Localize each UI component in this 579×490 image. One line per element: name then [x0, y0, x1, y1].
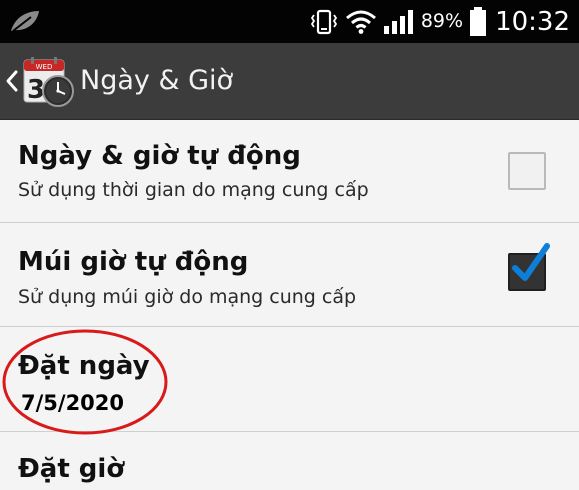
set-time-title: Đặt giờ: [18, 454, 125, 484]
calendar-clock-icon[interactable]: WED 3: [21, 56, 75, 108]
auto-timezone-summary: Sử dụng múi giờ do mạng cung cấp: [18, 286, 357, 308]
battery-icon: [470, 6, 487, 36]
status-bar: 89% 10:32: [0, 0, 579, 43]
calendar-weekday: WED: [36, 63, 53, 71]
set-date-value: 7/5/2020: [21, 391, 125, 415]
checkmark-icon: [512, 243, 550, 281]
wifi-icon: [345, 10, 376, 34]
auto-timezone-row[interactable]: Múi giờ tự động Sử dụng múi giờ do mạng …: [0, 223, 579, 327]
status-icons: 89% 10:32: [309, 0, 570, 43]
set-date-row[interactable]: Đặt ngày 7/5/2020: [0, 327, 579, 435]
set-date-title: Đặt ngày: [18, 351, 150, 381]
vibrate-icon: [310, 9, 337, 34]
battery-percent: 89%: [420, 10, 464, 32]
auto-datetime-summary: Sử dụng thời gian do mạng cung cấp: [18, 179, 369, 201]
signal-icon: [383, 9, 413, 34]
auto-datetime-checkbox[interactable]: [508, 152, 546, 190]
auto-datetime-row[interactable]: Ngày & giờ tự động Sử dụng thời gian do …: [0, 120, 579, 223]
auto-datetime-title: Ngày & giờ tự động: [18, 141, 301, 171]
clock: 10:32: [495, 6, 570, 37]
highlight-circle-annotation: [2, 329, 168, 435]
auto-timezone-checkbox[interactable]: [508, 243, 550, 291]
back-chevron-icon[interactable]: [5, 69, 19, 93]
set-time-row[interactable]: Đặt giờ: [0, 432, 579, 490]
action-bar: WED 3 Ngày & Giờ: [0, 43, 579, 120]
settings-list: Ngày & giờ tự động Sử dụng thời gian do …: [0, 120, 579, 490]
leaf-icon: [11, 11, 39, 32]
auto-timezone-title: Múi giờ tự động: [18, 247, 249, 277]
page-title: Ngày & Giờ: [80, 65, 234, 96]
